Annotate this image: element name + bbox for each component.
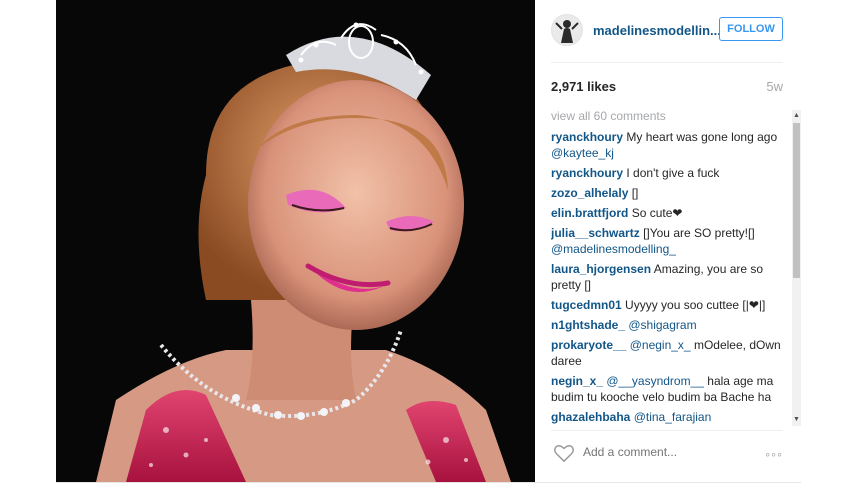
comment-text: I don't give a fuck bbox=[626, 166, 720, 180]
comment-text: Uyyyy you soo cuttee [|❤|] bbox=[625, 298, 766, 312]
comment-text: []You are SO pretty![] bbox=[643, 226, 755, 240]
comment-mention-link[interactable]: @tina_farajian bbox=[634, 410, 712, 424]
likes-count[interactable]: 2,971 likes bbox=[551, 79, 616, 94]
scrollbar-thumb[interactable] bbox=[793, 123, 800, 278]
add-comment-input[interactable] bbox=[583, 445, 723, 459]
comment-mention-link[interactable]: @kaytee_kj bbox=[551, 146, 614, 160]
comment-item: elin.brattfjord So cute❤ bbox=[551, 205, 787, 221]
post-photo[interactable] bbox=[56, 0, 535, 482]
comment-text: [] bbox=[631, 186, 639, 200]
more-options-icon[interactable]: ◦◦◦ bbox=[765, 446, 783, 462]
comment-item: negin_x_ @__yasyndrom__ hala age ma budi… bbox=[551, 373, 787, 405]
comment-item: ghazalehbaha @tina_farajian bbox=[551, 409, 787, 425]
comment-item: tugcedmn01 Uyyyy you soo cuttee [|❤|] bbox=[551, 297, 787, 313]
view-all-comments-link[interactable]: view all 60 comments bbox=[551, 108, 787, 124]
comment-username-link[interactable]: n1ghtshade_ bbox=[551, 318, 625, 332]
portrait-image bbox=[56, 0, 535, 482]
comment-username-link[interactable]: ryanckhoury bbox=[551, 130, 623, 144]
comment-username-link[interactable]: zozo_alhelaly bbox=[551, 186, 628, 200]
comment-username-link[interactable]: tugcedmn01 bbox=[551, 298, 622, 312]
comment-item: ryanckhoury I don't give a fuck bbox=[551, 165, 787, 181]
comment-username-link[interactable]: ghazalehbaha bbox=[551, 410, 630, 424]
instagram-post: madelinesmodellin... FOLLOW 2,971 likes … bbox=[56, 0, 801, 483]
comment-item: ryanckhoury My heart was gone long ago @… bbox=[551, 129, 787, 161]
comment-username-link[interactable]: elin.brattfjord bbox=[551, 206, 628, 220]
heart-icon[interactable] bbox=[553, 443, 575, 463]
post-sidebar: madelinesmodellin... FOLLOW 2,971 likes … bbox=[535, 0, 801, 482]
comment-list[interactable]: view all 60 comments ryanckhoury My hear… bbox=[551, 108, 787, 426]
divider bbox=[551, 62, 783, 63]
comment-item: laura_hjorgensen Amazing, you are so pre… bbox=[551, 261, 787, 293]
comment-mention-link[interactable]: @shigagram bbox=[628, 318, 696, 332]
comment-mention-link[interactable]: @__yasyndrom__ bbox=[606, 374, 704, 388]
comment-text: My heart was gone long ago bbox=[626, 130, 778, 144]
comment-item: prokaryote__ @negin_x_ mOdelee, dOwn dar… bbox=[551, 337, 787, 369]
comment-item: zozo_alhelaly [] bbox=[551, 185, 787, 201]
comment-username-link[interactable]: ryanckhoury bbox=[551, 166, 623, 180]
username-link[interactable]: madelinesmodellin... bbox=[593, 23, 721, 38]
comment-username-link[interactable]: laura_hjorgensen bbox=[551, 262, 651, 276]
comment-username-link[interactable]: negin_x_ bbox=[551, 374, 603, 388]
comment-username-link[interactable]: julia__schwartz bbox=[551, 226, 640, 240]
scroll-down-arrow-icon[interactable]: ▼ bbox=[793, 416, 800, 424]
divider bbox=[551, 430, 783, 431]
post-age[interactable]: 5w bbox=[766, 79, 783, 94]
comment-mention-link[interactable]: @madelinesmodelling_ bbox=[551, 242, 676, 256]
scroll-up-arrow-icon[interactable]: ▲ bbox=[793, 112, 800, 120]
comment-item: n1ghtshade_ @shigagram bbox=[551, 317, 787, 333]
post-header: madelinesmodellin... FOLLOW bbox=[551, 14, 783, 48]
comment-text: So cute❤ bbox=[631, 206, 683, 220]
comments-scrollbar[interactable]: ▲ ▼ bbox=[792, 110, 801, 426]
follow-button[interactable]: FOLLOW bbox=[719, 17, 783, 41]
comment-item: julia__schwartz []You are SO pretty![] @… bbox=[551, 225, 787, 257]
comment-username-link[interactable]: prokaryote__ bbox=[551, 338, 626, 352]
comment-mention-link[interactable]: @negin_x_ bbox=[630, 338, 691, 352]
avatar[interactable] bbox=[551, 14, 583, 46]
